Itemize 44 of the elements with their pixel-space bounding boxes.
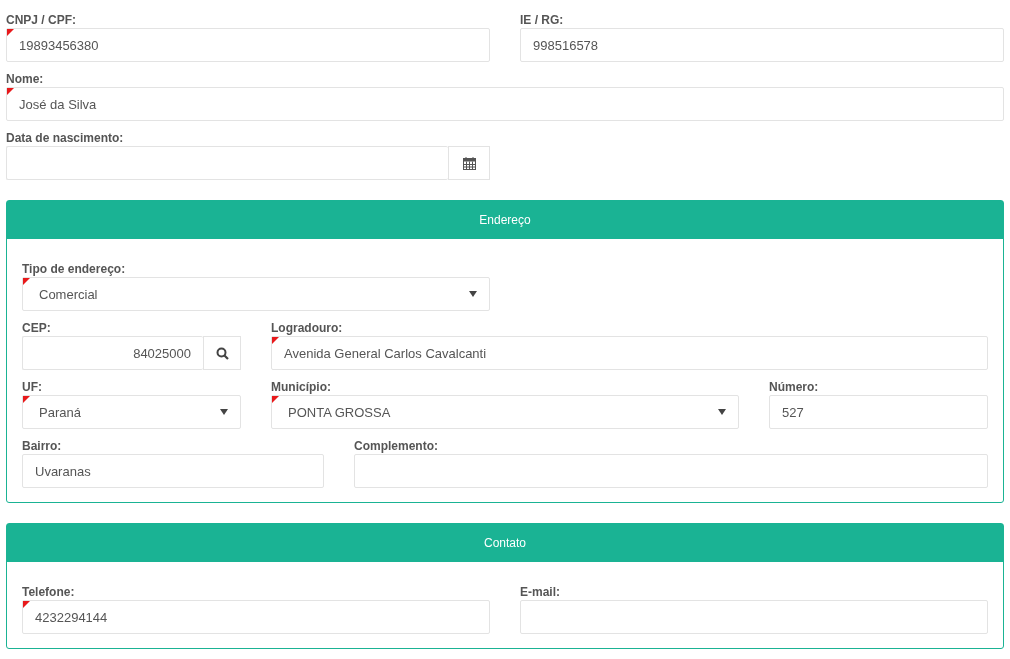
select-field[interactable]: Paraná [22, 395, 241, 429]
input-field[interactable] [520, 600, 988, 634]
required-marker [272, 396, 279, 403]
required-marker [7, 29, 14, 36]
select-field[interactable]: PONTA GROSSA [271, 395, 739, 429]
panel-header: Contato [7, 524, 1003, 562]
field-label: Tipo de endereço: [22, 261, 126, 277]
search-icon [215, 346, 229, 360]
field-label: UF: [22, 379, 42, 395]
field-label: Logradouro: [271, 320, 343, 336]
select-field[interactable]: Comercial [22, 277, 490, 311]
required-marker [23, 601, 30, 608]
input-field[interactable] [6, 146, 448, 180]
field-label: CNPJ / CPF: [6, 12, 76, 28]
input-field[interactable]: José da Silva [6, 87, 1004, 121]
field-label: Município: [271, 379, 331, 395]
field-label: Número: [769, 379, 819, 395]
field-label: E-mail: [520, 584, 560, 600]
caret-icon [469, 291, 477, 297]
field-label: Complemento: [354, 438, 438, 454]
input-field[interactable]: 19893456380 [6, 28, 490, 62]
input-field[interactable]: 527 [769, 395, 988, 429]
panel-header: Endereço [7, 201, 1003, 239]
input-field[interactable]: Avenida General Carlos Cavalcanti [271, 336, 988, 370]
input-field[interactable]: 4232294144 [22, 600, 490, 634]
calendar-button[interactable] [448, 146, 490, 180]
required-marker [23, 396, 30, 403]
field-label: IE / RG: [520, 12, 564, 28]
required-marker [23, 278, 30, 285]
field-label: Nome: [6, 71, 44, 87]
search-button[interactable] [203, 336, 241, 370]
required-marker [272, 337, 279, 344]
input-field[interactable]: Uvaranas [22, 454, 324, 488]
input-field[interactable] [354, 454, 988, 488]
calendar-icon [462, 156, 476, 170]
field-label: Telefone: [22, 584, 75, 600]
required-marker [7, 88, 14, 95]
caret-icon [220, 409, 228, 415]
input-field[interactable]: 998516578 [520, 28, 1004, 62]
input-field[interactable]: 84025000 [22, 336, 203, 370]
field-label: CEP: [22, 320, 51, 336]
caret-icon [718, 409, 726, 415]
field-label: Bairro: [22, 438, 62, 454]
field-label: Data de nascimento: [6, 130, 124, 146]
